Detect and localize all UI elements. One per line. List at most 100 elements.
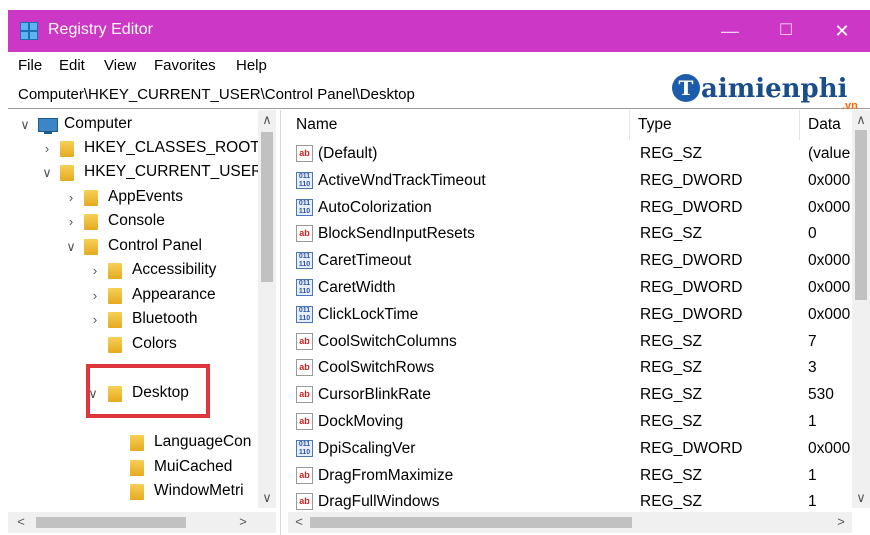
scroll-up-icon[interactable]: ∧ (258, 112, 276, 128)
scroll-left-icon[interactable]: < (12, 514, 30, 529)
value-row[interactable]: 011 110 AutoColorization REG_DWORD 0x000 (288, 195, 858, 222)
chevron-right-icon[interactable]: › (64, 214, 78, 229)
chevron-down-icon[interactable]: ∨ (64, 239, 78, 255)
chevron-right-icon[interactable]: › (64, 190, 78, 205)
tree-item-label: MuiCached (154, 458, 233, 475)
scroll-left-icon[interactable]: < (290, 514, 308, 529)
value-row[interactable]: 011 110 CaretTimeout REG_DWORD 0x000 (288, 248, 858, 275)
title-bar[interactable]: Registry Editor — ☐ ✕ (8, 10, 870, 52)
chevron-right-icon[interactable]: › (88, 288, 102, 303)
minimize-button[interactable]: — (702, 10, 758, 52)
value-name: DpiScalingVer (318, 439, 416, 457)
tree-item-label: Accessibility (132, 261, 217, 278)
scroll-thumb[interactable] (36, 517, 186, 528)
value-type: REG_SZ (640, 359, 703, 377)
scroll-down-icon[interactable]: ∨ (852, 490, 870, 506)
value-row[interactable]: 011 110 DpiScalingVer REG_DWORD 0x000 (288, 436, 858, 463)
registry-app-icon (20, 22, 38, 40)
value-row[interactable]: 011 110 CaretWidth REG_DWORD 0x000 (288, 275, 858, 302)
chevron-right-icon[interactable]: › (40, 141, 54, 156)
value-data: 7 (808, 332, 817, 350)
value-name: (Default) (318, 145, 378, 162)
value-type: REG_DWORD (640, 279, 743, 296)
chevron-right-icon[interactable]: › (88, 263, 102, 278)
tree-item-label: Control Panel (108, 237, 202, 254)
value-name: ActiveWndTrackTimeout (318, 171, 486, 189)
tree-item-label: HKEY_CURRENT_USER (84, 163, 263, 180)
folder-icon (84, 190, 98, 206)
chevron-down-icon[interactable]: ∨ (18, 117, 32, 133)
value-row[interactable]: ab (Default) REG_SZ (value (288, 141, 858, 168)
value-name: BlockSendInputResets (318, 225, 475, 243)
value-row[interactable]: ab BlockSendInputResets REG_SZ 0 (288, 221, 858, 248)
value-data: (value (808, 145, 851, 162)
reg-sz-icon: ab (296, 145, 313, 162)
tree-item-label: Bluetooth (132, 310, 198, 327)
folder-icon (130, 484, 144, 500)
tree-horizontal-scrollbar[interactable]: < > (8, 512, 276, 533)
value-row[interactable]: ab CoolSwitchRows REG_SZ 3 (288, 355, 858, 382)
tree-item-label: Console (108, 212, 165, 229)
value-type: REG_SZ (640, 225, 703, 243)
computer-icon (38, 118, 58, 134)
value-name: CoolSwitchRows (318, 359, 435, 377)
scroll-up-icon[interactable]: ∧ (852, 112, 870, 128)
scroll-down-icon[interactable]: ∨ (258, 490, 276, 506)
reg-dword-icon: 011 110 (296, 305, 313, 323)
menu-file[interactable]: File (18, 57, 42, 74)
value-data: 0x000 (808, 439, 851, 457)
tree-item-label: Appearance (132, 286, 216, 303)
tree-item-label: HKEY_CLASSES_ROOT (84, 139, 260, 156)
folder-icon (130, 460, 144, 476)
menu-help[interactable]: Help (236, 57, 267, 74)
value-data: 0x000 (808, 171, 851, 189)
value-row[interactable]: 011 110 ClickLockTime REG_DWORD 0x000 (288, 302, 858, 329)
reg-dword-icon: 011 110 (296, 198, 313, 216)
tree-item-label: LanguageCon (154, 433, 252, 450)
reg-sz-icon: ab (296, 225, 313, 243)
address-path[interactable]: Computer\HKEY_CURRENT_USER\Control Panel… (18, 86, 415, 103)
column-header-name[interactable]: Name (288, 110, 630, 140)
tree-pane: ∨ Computer › HKEY_CLASSES_ROOT ∨ HKEY_CU… (8, 110, 281, 535)
folder-icon (108, 337, 122, 353)
value-row[interactable]: ab CoolSwitchColumns REG_SZ 7 (288, 329, 858, 356)
chevron-right-icon[interactable]: › (88, 312, 102, 327)
reg-dword-icon: 011 110 (296, 171, 313, 189)
value-data: 0x000 (808, 279, 851, 296)
tree-item-label: AppEvents (108, 188, 183, 205)
value-row[interactable]: ab DragFromMaximize REG_SZ 1 (288, 463, 858, 490)
scroll-right-icon[interactable]: > (832, 514, 850, 529)
tree-vertical-scrollbar[interactable]: ∧ ∨ (258, 110, 276, 508)
value-type: REG_DWORD (640, 439, 743, 457)
menu-favorites[interactable]: Favorites (154, 57, 216, 74)
values-list: Name Type Data ab (Default) REG_SZ (value 01… (288, 110, 870, 535)
value-type: REG_SZ (640, 413, 703, 430)
value-name: CursorBlinkRate (318, 386, 431, 404)
menu-view[interactable]: View (104, 57, 136, 74)
value-type: REG_SZ (640, 386, 703, 404)
maximize-button[interactable]: ☐ (758, 10, 814, 52)
value-row[interactable]: ab DockMoving REG_SZ 1 (288, 409, 858, 436)
scroll-right-icon[interactable]: > (234, 514, 252, 529)
scroll-thumb[interactable] (310, 517, 632, 528)
value-row[interactable]: ab CursorBlinkRate REG_SZ 530 (288, 382, 858, 409)
tree-item-label: WindowMetri (154, 482, 244, 499)
list-vertical-scrollbar[interactable]: ∧ ∨ (852, 110, 870, 508)
value-name: CoolSwitchColumns (318, 332, 457, 350)
folder-icon (108, 312, 122, 328)
chevron-down-icon[interactable]: ∨ (40, 165, 54, 181)
value-row[interactable]: 011 110 ActiveWndTrackTimeout REG_DWORD 0x00… (288, 168, 858, 195)
folder-icon (108, 288, 122, 304)
value-data: 1 (808, 466, 817, 484)
scroll-thumb[interactable] (261, 132, 273, 282)
close-button[interactable]: ✕ (814, 10, 870, 52)
menu-edit[interactable]: Edit (59, 57, 85, 74)
scroll-thumb[interactable] (855, 130, 867, 300)
list-horizontal-scrollbar[interactable]: < > (288, 512, 852, 533)
value-type: REG_DWORD (640, 252, 743, 270)
reg-sz-icon: ab (296, 466, 313, 484)
value-name: CaretWidth (318, 279, 396, 296)
column-header-type[interactable]: Type (630, 110, 800, 140)
value-data: 530 (808, 386, 834, 404)
value-name: DragFromMaximize (318, 466, 454, 484)
